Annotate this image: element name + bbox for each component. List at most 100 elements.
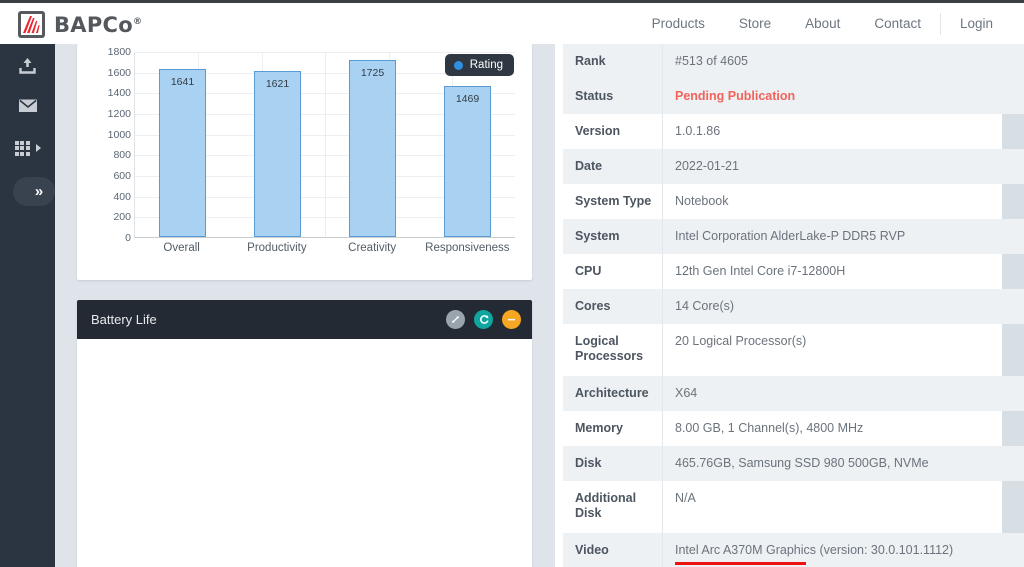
y-tick: 1600 bbox=[108, 67, 131, 79]
legend-color-dot bbox=[454, 61, 463, 70]
row-label: Disk bbox=[563, 446, 663, 481]
bar-slot: 1725 bbox=[325, 52, 420, 237]
bar-slot: 1641 bbox=[135, 52, 230, 237]
chart-plot-area: 1800 1600 1400 1200 1000 800 600 400 200… bbox=[97, 52, 515, 252]
bar-productivity[interactable]: 1621 bbox=[254, 71, 301, 237]
nav-item-products[interactable]: Products bbox=[635, 3, 722, 44]
table-row: Logical Processors 20 Logical Processor(… bbox=[563, 324, 1024, 376]
bar-overall[interactable]: 1641 bbox=[159, 69, 206, 237]
page-canvas: 1800 1600 1400 1200 1000 800 600 400 200… bbox=[55, 44, 1024, 567]
brand-registered-mark: ® bbox=[133, 17, 142, 27]
nav-divider bbox=[940, 13, 941, 35]
y-tick: 0 bbox=[125, 232, 131, 244]
left-sidebar: » bbox=[0, 44, 55, 567]
refresh-icon bbox=[478, 314, 490, 326]
refresh-button[interactable] bbox=[474, 310, 493, 329]
row-label: Rank bbox=[563, 44, 663, 79]
row-value: 1.0.1.86 bbox=[663, 114, 1002, 149]
site-header: BAPCo® Products Store About Contact Logi… bbox=[0, 3, 1024, 45]
row-label: System bbox=[563, 219, 663, 254]
row-value: Intel Corporation AlderLake-P DDR5 RVP bbox=[663, 219, 1024, 254]
battery-life-body bbox=[77, 339, 532, 567]
row-label: Architecture bbox=[563, 376, 663, 411]
brand-logo[interactable]: BAPCo® bbox=[18, 11, 142, 38]
table-row: Additional Disk N/A bbox=[563, 481, 1024, 533]
y-tick: 1200 bbox=[108, 108, 131, 120]
table-row: Architecture X64 bbox=[563, 376, 1024, 411]
table-row: System Intel Corporation AlderLake-P DDR… bbox=[563, 219, 1024, 254]
sidebar-item-mail[interactable] bbox=[0, 88, 55, 128]
bar-value-label: 1725 bbox=[361, 67, 384, 79]
bar-slot: 1469 bbox=[420, 52, 515, 237]
mail-icon bbox=[18, 98, 38, 118]
page-root: BAPCo® Products Store About Contact Logi… bbox=[0, 0, 1024, 567]
bar-responsiveness[interactable]: 1469 bbox=[444, 86, 491, 237]
row-label: CPU bbox=[563, 254, 663, 289]
battery-life-header: Battery Life bbox=[77, 300, 532, 339]
nav-item-login[interactable]: Login bbox=[943, 3, 1010, 44]
battery-life-title: Battery Life bbox=[91, 312, 157, 327]
bapco-logo-icon bbox=[18, 11, 45, 38]
legend-label: Rating bbox=[470, 59, 503, 71]
minimize-icon bbox=[506, 314, 517, 325]
bar-value-label: 1641 bbox=[171, 76, 194, 88]
chart-legend[interactable]: Rating bbox=[445, 54, 514, 76]
row-label: Additional Disk bbox=[563, 481, 663, 533]
system-details-table: Rank #513 of 4605 Status Pending Publica… bbox=[563, 44, 1024, 567]
table-row: Version 1.0.1.86 bbox=[563, 114, 1024, 149]
rating-chart: 1800 1600 1400 1200 1000 800 600 400 200… bbox=[77, 44, 532, 280]
table-row: Disk 465.76GB, Samsung SSD 980 500GB, NV… bbox=[563, 446, 1024, 481]
table-row: Memory 8.00 GB, 1 Channel(s), 4800 MHz bbox=[563, 411, 1024, 446]
nav-item-about[interactable]: About bbox=[788, 3, 857, 44]
expand-button[interactable] bbox=[446, 310, 465, 329]
chart-grid: 1641 1621 1725 bbox=[134, 52, 515, 238]
row-label: Date bbox=[563, 149, 663, 184]
row-label: Version bbox=[563, 114, 663, 149]
x-tick-overall: Overall bbox=[134, 242, 229, 254]
row-label: Cores bbox=[563, 289, 663, 324]
row-value: Intel Arc A370M Graphics (version: 30.0.… bbox=[663, 533, 1024, 567]
minimize-button[interactable] bbox=[502, 310, 521, 329]
row-value: 465.76GB, Samsung SSD 980 500GB, NVMe bbox=[663, 446, 1024, 481]
row-value: #513 of 4605 bbox=[663, 44, 1024, 79]
x-tick-creativity: Creativity bbox=[325, 242, 420, 254]
y-tick: 1800 bbox=[108, 46, 131, 58]
row-label: Video bbox=[563, 533, 663, 567]
table-row: Video Intel Arc A370M Graphics (version:… bbox=[563, 533, 1024, 567]
row-value: 12th Gen Intel Core i7-12800H bbox=[663, 254, 1002, 289]
row-label: Logical Processors bbox=[563, 324, 663, 376]
row-value: 8.00 GB, 1 Channel(s), 4800 MHz bbox=[663, 411, 1002, 446]
sidebar-item-results[interactable] bbox=[0, 128, 55, 168]
row-label: Memory bbox=[563, 411, 663, 446]
nav-item-store[interactable]: Store bbox=[722, 3, 788, 44]
table-row: System Type Notebook bbox=[563, 184, 1024, 219]
row-value: 20 Logical Processor(s) bbox=[663, 324, 1002, 376]
y-tick: 400 bbox=[113, 191, 131, 203]
row-value: 14 Core(s) bbox=[663, 289, 1024, 324]
sidebar-item-upload[interactable] bbox=[0, 48, 55, 88]
chart-y-axis: 1800 1600 1400 1200 1000 800 600 400 200… bbox=[97, 52, 131, 238]
table-row: Rank #513 of 4605 bbox=[563, 44, 1024, 79]
y-tick: 1000 bbox=[108, 129, 131, 141]
y-tick: 800 bbox=[113, 149, 131, 161]
chevron-right-icon bbox=[36, 144, 41, 152]
expand-icon bbox=[450, 314, 461, 325]
row-value: N/A bbox=[663, 481, 1002, 533]
brand-name: BAPCo® bbox=[54, 13, 142, 37]
bar-value-label: 1469 bbox=[456, 93, 479, 105]
nav-item-contact[interactable]: Contact bbox=[857, 3, 938, 44]
chart-bars: 1641 1621 1725 bbox=[135, 52, 515, 237]
bar-creativity[interactable]: 1725 bbox=[349, 60, 396, 237]
x-tick-responsiveness: Responsiveness bbox=[420, 242, 515, 254]
grid-icon bbox=[15, 141, 30, 156]
row-label: System Type bbox=[563, 184, 663, 219]
video-value-text: Intel Arc A370M Graphics (version: 30.0.… bbox=[675, 543, 953, 557]
sidebar-expand-button[interactable]: » bbox=[13, 177, 55, 206]
y-tick: 200 bbox=[113, 211, 131, 223]
table-row: CPU 12th Gen Intel Core i7-12800H bbox=[563, 254, 1024, 289]
battery-life-card: Battery Life bbox=[77, 300, 532, 567]
bar-value-label: 1621 bbox=[266, 78, 289, 90]
red-underline-annotation bbox=[675, 562, 806, 565]
bar-slot: 1621 bbox=[230, 52, 325, 237]
y-tick: 600 bbox=[113, 170, 131, 182]
